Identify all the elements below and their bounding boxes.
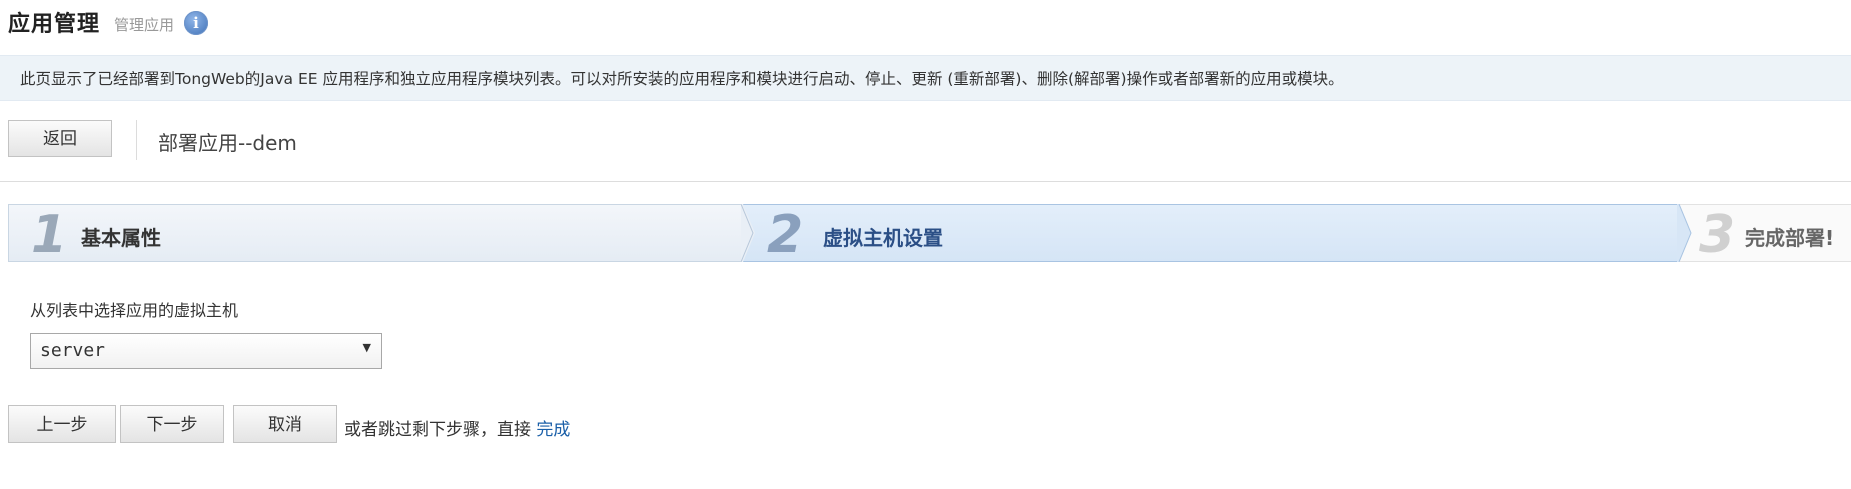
wizard-step-virtual-host: 2 虚拟主机设置: [743, 204, 1679, 265]
page-title: 应用管理: [8, 12, 101, 37]
wizard-step-basic-properties: 1 基本属性: [8, 204, 743, 265]
virtual-host-select[interactable]: server ▼: [30, 333, 382, 369]
wizard-step-finish: 3 完成部署!: [1679, 204, 1851, 265]
info-icon[interactable]: i: [184, 11, 209, 35]
back-button[interactable]: 返回: [8, 120, 112, 157]
next-step-button[interactable]: 下一步: [120, 405, 224, 443]
wizard-steps: 1 基本属性 2 虚拟主机设置 3 完成部署!: [8, 204, 1851, 265]
step-number: 1: [31, 205, 68, 265]
previous-step-button[interactable]: 上一步: [8, 405, 116, 443]
virtual-host-label: 从列表中选择应用的虚拟主机: [30, 301, 239, 320]
skip-text: 或者跳过剩下步骤，直接 完成: [344, 415, 570, 440]
step-number: 2: [767, 205, 804, 265]
finish-link[interactable]: 完成: [536, 420, 570, 440]
caret-down-icon: ▼: [362, 341, 371, 354]
skip-text-label: 或者跳过剩下步骤，直接: [344, 420, 531, 440]
step-arrow-icon: [1677, 204, 1692, 262]
step-number: 3: [1699, 205, 1736, 265]
step-arrow-icon: [741, 204, 755, 262]
virtual-host-value: server: [40, 340, 106, 361]
toolbar-divider: [136, 120, 137, 160]
step-label: 基本属性: [81, 226, 161, 250]
info-bar: 此页显示了已经部署到TongWeb的Java EE 应用程序和独立应用程序模块列…: [0, 55, 1851, 101]
page-header: 应用管理 管理应用 i: [8, 6, 209, 38]
cancel-button[interactable]: 取消: [233, 405, 337, 443]
step-label: 完成部署!: [1745, 226, 1835, 250]
step-label: 虚拟主机设置: [823, 226, 943, 250]
section-divider: [0, 181, 1851, 182]
page-subtitle: 管理应用: [114, 15, 175, 34]
deploy-title: 部署应用--dem: [158, 131, 297, 155]
